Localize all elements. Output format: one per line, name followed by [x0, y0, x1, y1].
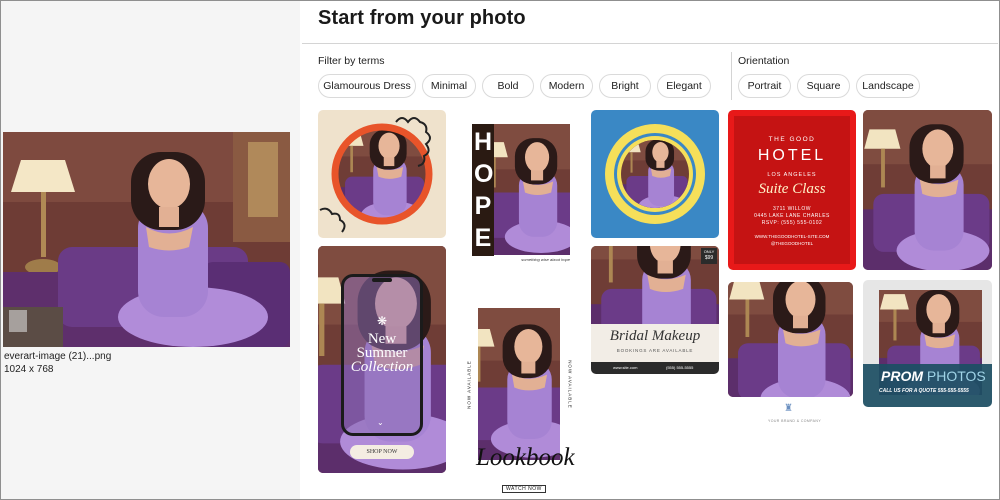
new-summer-line-3: Collection [350, 359, 414, 375]
hope-photo [488, 124, 570, 255]
bridal-footer [591, 362, 719, 374]
hope-caption: something wise about hope [521, 257, 570, 262]
template-bridal-makeup[interactable]: ONLY $99 Bridal Makeup BOOKINGS ARE AVAI… [591, 246, 719, 374]
portrait-photo-image [863, 110, 992, 270]
bridal-photo [591, 246, 719, 324]
template-blue-circle[interactable] [591, 110, 719, 238]
hotel-word: HOTEL [757, 147, 827, 164]
filter-divider [731, 52, 732, 100]
lookbook-photo [478, 308, 560, 460]
bridal-web: www.site.com [613, 365, 638, 370]
template-photo-square[interactable] [728, 282, 853, 397]
hotel-address-3: RSVP: (555) 555-0102 [761, 220, 823, 226]
template-lookbook[interactable]: NOW AVAILABLE NOW AVAILABLE Lookbook WAT… [462, 302, 577, 497]
file-name: everart-image (21)...png [4, 351, 112, 362]
orientation-chip-portrait[interactable]: Portrait [738, 74, 791, 98]
hope-letter-o: O [474, 160, 494, 188]
orientation-label: Orientation [738, 55, 790, 67]
header-divider [302, 43, 998, 44]
template-prom-photos[interactable]: PROM PHOTOS CALL US FOR A QUOTE 555-555-… [863, 280, 992, 407]
source-photo-preview[interactable] [3, 132, 290, 347]
bridal-price-top: ONLY [703, 249, 715, 254]
page-title: Start from your photo [318, 7, 526, 29]
orientation-chip-square[interactable]: Square [797, 74, 850, 98]
filter-chip-elegant[interactable]: Elegant [657, 74, 711, 98]
filter-chip-bright[interactable]: Bright [599, 74, 651, 98]
hope-letter-h: H [474, 128, 493, 156]
hotel-site: WWW.THEGOODHOTEL-SITE.COM [754, 234, 830, 239]
hotel-address-2: 0445 LAKE LANE CHARLES [754, 213, 830, 219]
bridal-price-badge: ONLY $99 [701, 248, 717, 264]
filter-label: Filter by terms [318, 55, 385, 67]
hope-letter-p: P [474, 192, 492, 220]
prom-heading: PROM PHOTOS [881, 368, 986, 384]
bridal-title: Bridal Makeup [609, 328, 701, 344]
new-summer-line-2: Summer [356, 345, 408, 361]
filter-chip-modern[interactable]: Modern [540, 74, 593, 98]
prom-subtitle: CALL US FOR A QUOTE 555-555-5555 [879, 388, 969, 394]
shop-now-button: SHOP NOW [350, 445, 414, 459]
watch-now-button: WATCH NOW [502, 485, 546, 493]
filter-chip-minimal[interactable]: Minimal [422, 74, 476, 98]
template-circle-frame[interactable] [318, 110, 446, 238]
bridal-price: $99 [704, 255, 714, 261]
hotel-the-good: THE GOOD [768, 136, 816, 143]
now-available-right: NOW AVAILABLE [567, 360, 573, 409]
filter-chip-bold[interactable]: Bold [482, 74, 534, 98]
template-photo-portrait[interactable] [863, 110, 992, 270]
bridal-subtitle: BOOKINGS ARE AVAILABLE [616, 348, 694, 353]
square-photo-image [728, 282, 853, 397]
filter-chip-glamourous-dress[interactable]: Glamourous Dress [318, 74, 416, 98]
hotel-handle: @THEGOODHOTEL [770, 241, 814, 246]
hotel-city: LOS ANGELES [767, 172, 817, 178]
sparkle-icon: ❋ [377, 314, 388, 328]
brand-logo-caption: YOUR BRAND & COMPANY [768, 419, 822, 423]
template-good-hotel[interactable]: THE GOOD HOTEL LOS ANGELES Suite Class 3… [728, 110, 856, 270]
file-dimensions: 1024 x 768 [4, 364, 54, 375]
now-available-left: NOW AVAILABLE [466, 360, 472, 409]
left-panel: everart-image (21)...png 1024 x 768 [1, 1, 300, 499]
lookbook-title: Lookbook [476, 444, 575, 471]
bridal-phone: (555) 555-5555 [666, 365, 694, 370]
template-hope[interactable]: H O P E something wise about hope [470, 110, 573, 265]
woman-photo-image [3, 132, 290, 347]
orientation-chip-landscape[interactable]: Landscape [856, 74, 920, 98]
brand-logo-icon: ♜ [784, 403, 793, 414]
template-new-summer[interactable]: ❋ New Summer Collection ⌄ SHOP NOW [318, 246, 446, 473]
prom-word-1: PROM [881, 368, 923, 384]
hotel-suite-class: Suite Class [758, 181, 826, 197]
chevron-down-icon: ⌄ [377, 418, 384, 427]
hotel-address-1: 3711 WILLOW [773, 206, 811, 212]
hope-letter-e: E [474, 224, 492, 252]
blue-circle-artwork [605, 124, 705, 224]
phone-notch [372, 278, 392, 282]
circle-frame-artwork [319, 117, 433, 233]
new-summer-line-1: New [367, 331, 397, 347]
prom-word-2: PHOTOS [926, 368, 986, 384]
